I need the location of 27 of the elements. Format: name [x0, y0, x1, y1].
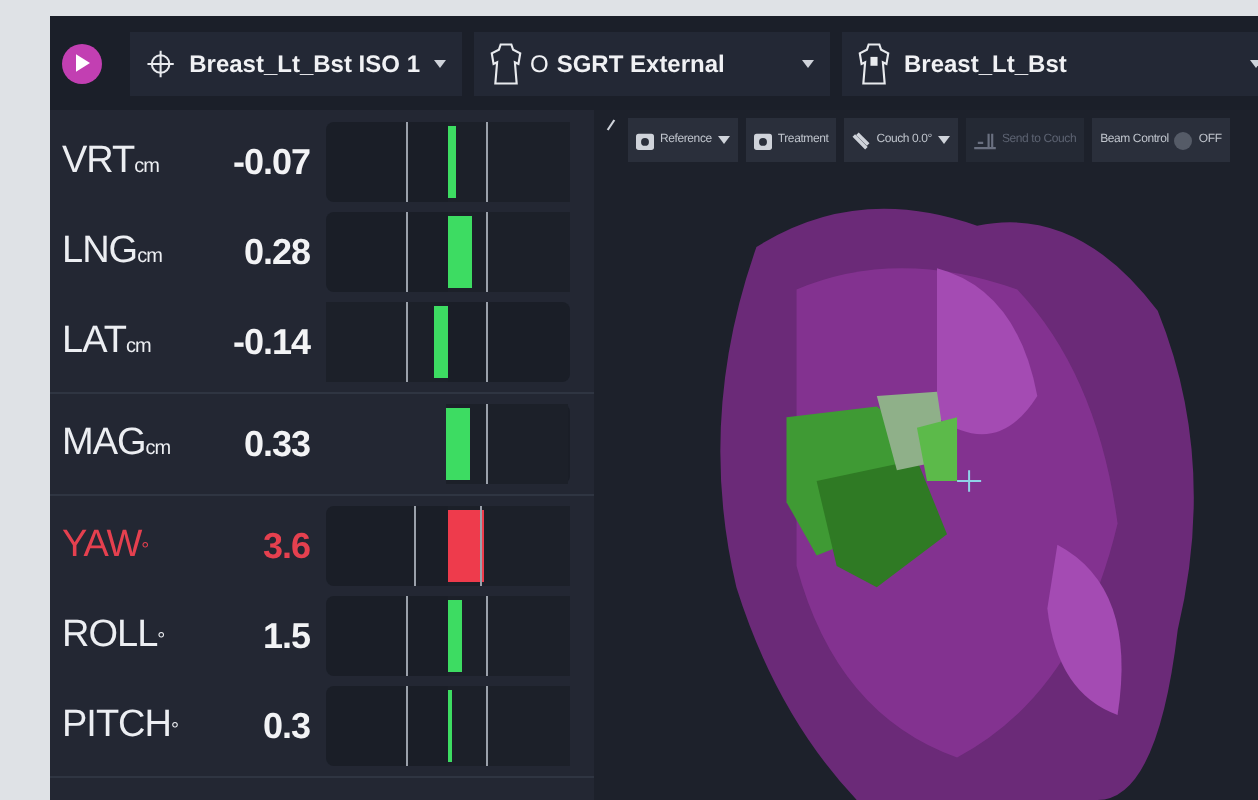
axis-value: 0.33 — [241, 423, 310, 465]
camera-icon — [753, 131, 772, 149]
axis-value: -0.07 — [230, 141, 310, 183]
axis-value: 0.28 — [241, 231, 310, 273]
axis-value: 0.3 — [260, 705, 310, 747]
dropdown-label: Breast_Lt_Bst ISO 1 — [189, 49, 420, 77]
structure-dropdown[interactable]: O SGRT External — [474, 31, 830, 95]
caret-icon — [434, 59, 446, 67]
prefix-label: O — [530, 49, 549, 77]
torso-icon — [858, 41, 890, 85]
toggle-switch[interactable] — [1174, 131, 1193, 149]
structure-dropdown[interactable]: Breast_Lt_Bst — [842, 31, 1258, 95]
dropdown-label: Breast_Lt_Bst — [904, 49, 1069, 77]
couch-icon — [852, 131, 871, 149]
logo-icon[interactable] — [62, 43, 102, 83]
caret-icon — [802, 59, 814, 67]
caret-icon — [717, 136, 730, 144]
send-icon — [973, 131, 996, 149]
axis-value: 1.5 — [260, 615, 310, 657]
camera-icon — [636, 131, 654, 149]
axis-value: -0.14 — [230, 321, 310, 363]
dropdown-label: SGRT External — [556, 49, 727, 77]
axis-value: 3.6 — [260, 525, 310, 567]
caret-icon — [937, 136, 950, 144]
torso-icon — [490, 41, 522, 85]
pencil-icon[interactable] — [606, 118, 616, 132]
structure-dropdown[interactable]: Breast_Lt_Bst ISO 1 — [130, 31, 462, 95]
